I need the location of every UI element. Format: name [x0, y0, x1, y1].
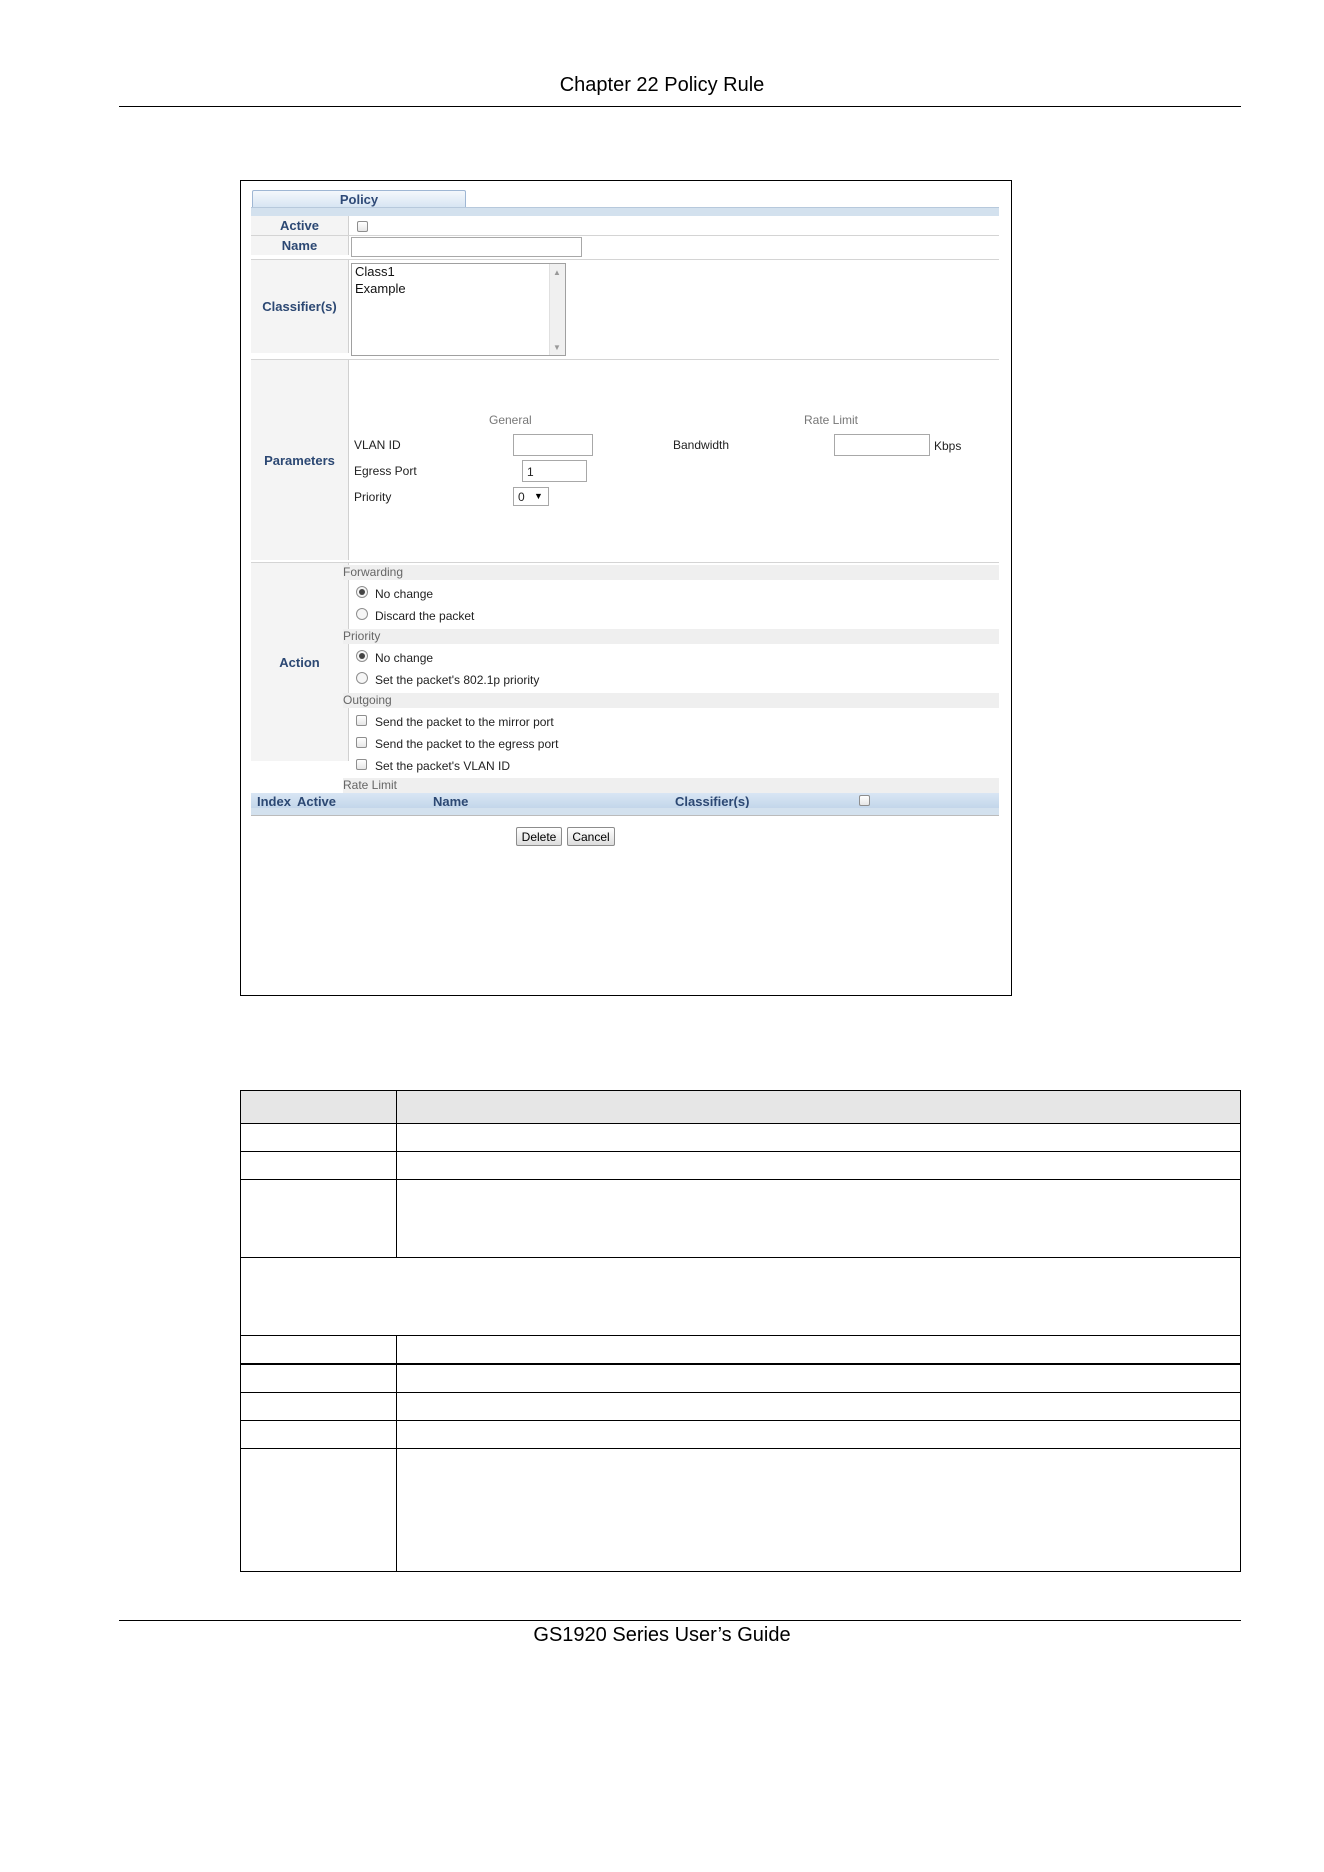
classifiers-column-header: Classifier(s)	[675, 794, 750, 809]
description-table	[240, 1090, 1241, 1572]
parameters-label: Parameters	[251, 360, 349, 560]
vlan-id-input[interactable]	[513, 434, 593, 456]
forwarding-discard-radio[interactable]	[356, 608, 368, 620]
cancel-bottom-button[interactable]: Cancel	[567, 827, 615, 846]
bandwidth-unit: Kbps	[934, 439, 962, 453]
row-divider	[251, 562, 999, 563]
outgoing-egress-checkbox[interactable]	[356, 737, 367, 748]
priority-no-change-radio[interactable]	[356, 650, 368, 662]
priority-heading: Priority	[343, 629, 999, 644]
outgoing-vlan-checkbox[interactable]	[356, 759, 367, 770]
outgoing-egress-label: Send the packet to the egress port	[375, 737, 559, 751]
policy-screen: Policy Active Name Classifier(s) Class1 …	[240, 180, 1012, 996]
outgoing-heading: Outgoing	[343, 693, 999, 708]
priority-set-label: Set the packet's 802.1p priority	[375, 673, 540, 687]
tab-policy[interactable]: Policy	[252, 190, 466, 208]
tab-bar	[251, 207, 999, 216]
active-column-header: Active	[297, 794, 337, 809]
scroll-up-icon[interactable]: ▲	[553, 268, 561, 277]
rate-limit-section-heading: Rate Limit	[343, 778, 999, 793]
forwarding-no-change-label: No change	[375, 587, 434, 601]
rate-limit-heading: Rate Limit	[804, 413, 859, 427]
row-divider	[251, 235, 999, 236]
listbox-scrollbar[interactable]: ▲ ▼	[549, 264, 565, 355]
active-checkbox[interactable]	[357, 221, 368, 232]
chevron-down-icon: ▼	[534, 491, 543, 501]
forwarding-no-change-radio[interactable]	[356, 586, 368, 598]
forwarding-heading: Forwarding	[343, 565, 999, 580]
table-header-row	[241, 1091, 1240, 1123]
delete-button[interactable]: Delete	[516, 827, 562, 846]
outgoing-vlan-label: Set the packet's VLAN ID	[375, 759, 511, 773]
row-divider	[251, 359, 999, 360]
summary-table-header: Index Active Name Classifier(s)	[251, 793, 999, 809]
classifier-listbox[interactable]: Class1 Example ▲ ▼	[351, 263, 566, 356]
select-all-checkbox[interactable]	[859, 795, 870, 806]
bandwidth-input[interactable]	[834, 434, 930, 456]
egress-port-label: Egress Port	[354, 464, 417, 478]
row-divider	[251, 259, 999, 260]
priority-no-change-label: No change	[375, 651, 434, 665]
priority-set-radio[interactable]	[356, 672, 368, 684]
priority-select[interactable]: 0 ▼	[513, 487, 549, 506]
footer-title: GS1920 Series User’s Guide	[533, 1624, 791, 1646]
outgoing-mirror-checkbox[interactable]	[356, 715, 367, 726]
bandwidth-label: Bandwidth	[673, 438, 730, 452]
name-label: Name	[251, 236, 349, 255]
general-heading: General	[489, 413, 532, 427]
classifiers-label: Classifier(s)	[251, 260, 349, 353]
footer-rule	[119, 1620, 1241, 1621]
action-label: Action	[251, 563, 349, 761]
scroll-down-icon[interactable]: ▼	[553, 343, 561, 352]
vlan-id-label: VLAN ID	[354, 438, 401, 452]
name-input[interactable]	[351, 237, 582, 257]
outgoing-mirror-label: Send the packet to the mirror port	[375, 715, 554, 729]
name-column-header: Name	[433, 794, 469, 809]
priority-label: Priority	[354, 490, 392, 504]
header-rule	[119, 106, 1241, 107]
egress-port-input[interactable]: 1	[522, 460, 587, 482]
classifier-option[interactable]: Example	[355, 281, 406, 296]
index-column-header: Index	[257, 794, 291, 809]
chapter-title: Chapter 22 Policy Rule	[559, 74, 765, 96]
classifier-option[interactable]: Class1	[355, 264, 395, 279]
active-label: Active	[251, 216, 349, 235]
forwarding-discard-label: Discard the packet	[375, 609, 475, 623]
